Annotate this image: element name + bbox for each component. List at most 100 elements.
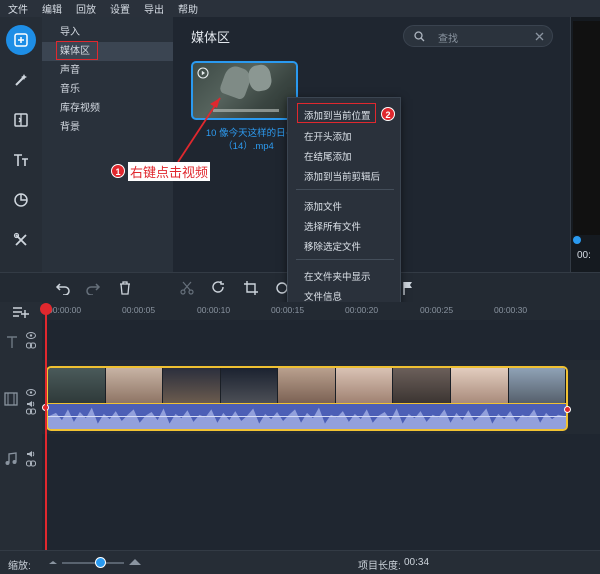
ctx-add-file[interactable]: 添加文件	[304, 199, 342, 213]
menu-export[interactable]: 导出	[144, 1, 164, 16]
timeline-ruler[interactable]: 00:00:00 00:00:05 00:00:10 00:00:15 00:0…	[42, 302, 600, 320]
timeline-area[interactable]	[42, 320, 600, 550]
eye-icon[interactable]	[26, 332, 36, 339]
menu-bar: 文件 编辑 回放 设置 导出 帮助	[0, 0, 600, 17]
ctx-remove-selected[interactable]: 移除选定文件	[304, 239, 361, 253]
clip-frame	[163, 368, 221, 403]
search-icon	[414, 31, 425, 42]
nav-item-label: 导入	[60, 27, 80, 38]
annotation-step1-text: 右键点击视频	[128, 162, 211, 181]
redo-icon[interactable]	[85, 281, 101, 295]
ctx-add-at-start[interactable]: 在开头添加	[304, 129, 352, 143]
ctx-add-after-clip[interactable]: 添加到当前剪辑后	[304, 169, 380, 183]
delete-icon[interactable]	[118, 281, 132, 295]
clip-frame	[278, 368, 336, 403]
ctx-add-at-end[interactable]: 在结尾添加	[304, 149, 352, 163]
status-bar: 缩放: 项目长度: 00:34	[0, 550, 600, 574]
menu-edit[interactable]: 编辑	[42, 1, 62, 16]
clip-frame	[393, 368, 451, 403]
zoom-slider[interactable]	[62, 562, 124, 564]
zoom-label: 缩放:	[8, 561, 31, 572]
nav-item-label: 库存视频	[60, 103, 100, 114]
clip-frame	[335, 368, 394, 403]
film-icon	[4, 392, 18, 406]
preview-screen	[573, 21, 600, 235]
clip-frame	[508, 368, 566, 403]
highlight-box-add-current	[297, 103, 376, 123]
link-icon[interactable]	[26, 342, 36, 349]
undo-icon[interactable]	[55, 281, 71, 295]
ruler-tick: 00:00:25	[420, 305, 454, 315]
clear-icon[interactable]	[535, 32, 544, 41]
clip-frame	[48, 368, 106, 403]
annotation-step2-number: 2	[381, 107, 395, 121]
menu-playback[interactable]: 回放	[76, 1, 96, 16]
add-media-icon[interactable]	[6, 25, 36, 55]
speaker-icon[interactable]	[26, 450, 36, 458]
clip-frame	[220, 368, 279, 403]
ruler-tick: 00:00:15	[271, 305, 305, 315]
nav-item-music[interactable]: 音乐	[42, 80, 173, 99]
playhead-knob[interactable]	[40, 303, 52, 315]
clip-end-handle[interactable]	[564, 406, 571, 413]
nav-item-label: 声音	[60, 65, 80, 76]
rotate-icon[interactable]	[212, 281, 226, 295]
link-icon[interactable]	[26, 408, 36, 415]
search-placeholder: 查找	[438, 34, 458, 45]
ctx-file-info[interactable]: 文件信息	[304, 289, 342, 303]
tools-icon[interactable]	[6, 225, 36, 255]
context-menu: 添加到当前位置 在开头添加 在结尾添加 添加到当前剪辑后 添加文件 选择所有文件…	[287, 97, 401, 309]
zoom-out-icon[interactable]	[48, 559, 58, 565]
thumb-content	[246, 63, 274, 93]
speaker-icon[interactable]	[26, 400, 36, 408]
menu-file[interactable]: 文件	[8, 1, 28, 16]
preview-scrubber[interactable]	[573, 236, 581, 244]
nav-item-import[interactable]: 导入	[42, 23, 173, 42]
add-track-icon[interactable]	[12, 306, 30, 318]
video-clip[interactable]	[46, 366, 568, 403]
ruler-tick: 00:00:05	[122, 305, 156, 315]
clip-frame	[450, 368, 509, 403]
ctx-separator	[296, 259, 394, 260]
zoom-slider-knob[interactable]	[95, 557, 107, 568]
menu-settings[interactable]: 设置	[110, 1, 130, 16]
menu-help[interactable]: 帮助	[178, 1, 198, 16]
annotation-step1-number: 1	[111, 164, 125, 178]
link-icon[interactable]	[26, 460, 36, 467]
nav-item-background[interactable]: 背景	[42, 118, 173, 137]
playhead[interactable]	[45, 305, 47, 550]
tool-sidebar	[0, 17, 42, 272]
text-track-icon	[7, 336, 17, 348]
music-icon	[5, 452, 17, 465]
eye-icon[interactable]	[26, 389, 36, 396]
ctx-select-all[interactable]: 选择所有文件	[304, 219, 361, 233]
clip-frame	[105, 368, 164, 403]
ctx-show-in-folder[interactable]: 在文件夹中显示	[304, 269, 371, 283]
nav-item-sound[interactable]: 声音	[42, 61, 173, 80]
crop-icon[interactable]	[244, 281, 258, 295]
audio-waveform	[48, 407, 566, 429]
sticker-icon[interactable]	[6, 185, 36, 215]
zoom-in-icon[interactable]	[128, 557, 142, 566]
highlight-box-media	[56, 41, 98, 60]
transition-icon[interactable]	[6, 105, 36, 135]
magic-wand-icon[interactable]	[6, 65, 36, 95]
cut-icon[interactable]	[180, 281, 194, 295]
ruler-tick: 00:00:30	[494, 305, 528, 315]
search-input[interactable]: 查找	[403, 25, 553, 47]
audio-clip[interactable]	[46, 403, 568, 431]
annotation-arrow	[177, 97, 221, 163]
ruler-tick: 00:00:10	[197, 305, 231, 315]
nav-item-label: 背景	[60, 122, 80, 133]
track-headers	[0, 302, 42, 550]
text-icon[interactable]	[6, 145, 36, 175]
ruler-tick: 00:00:00	[48, 305, 82, 315]
nav-item-label: 音乐	[60, 84, 80, 95]
flag-icon[interactable]	[402, 281, 414, 295]
page-title: 媒体区	[191, 30, 231, 45]
project-length-label: 项目长度:	[358, 561, 401, 572]
play-icon	[197, 67, 209, 79]
project-length-value: 00:34	[404, 557, 430, 568]
preview-panel: 00:	[570, 17, 600, 272]
nav-item-stock-video[interactable]: 库存视频	[42, 99, 173, 118]
